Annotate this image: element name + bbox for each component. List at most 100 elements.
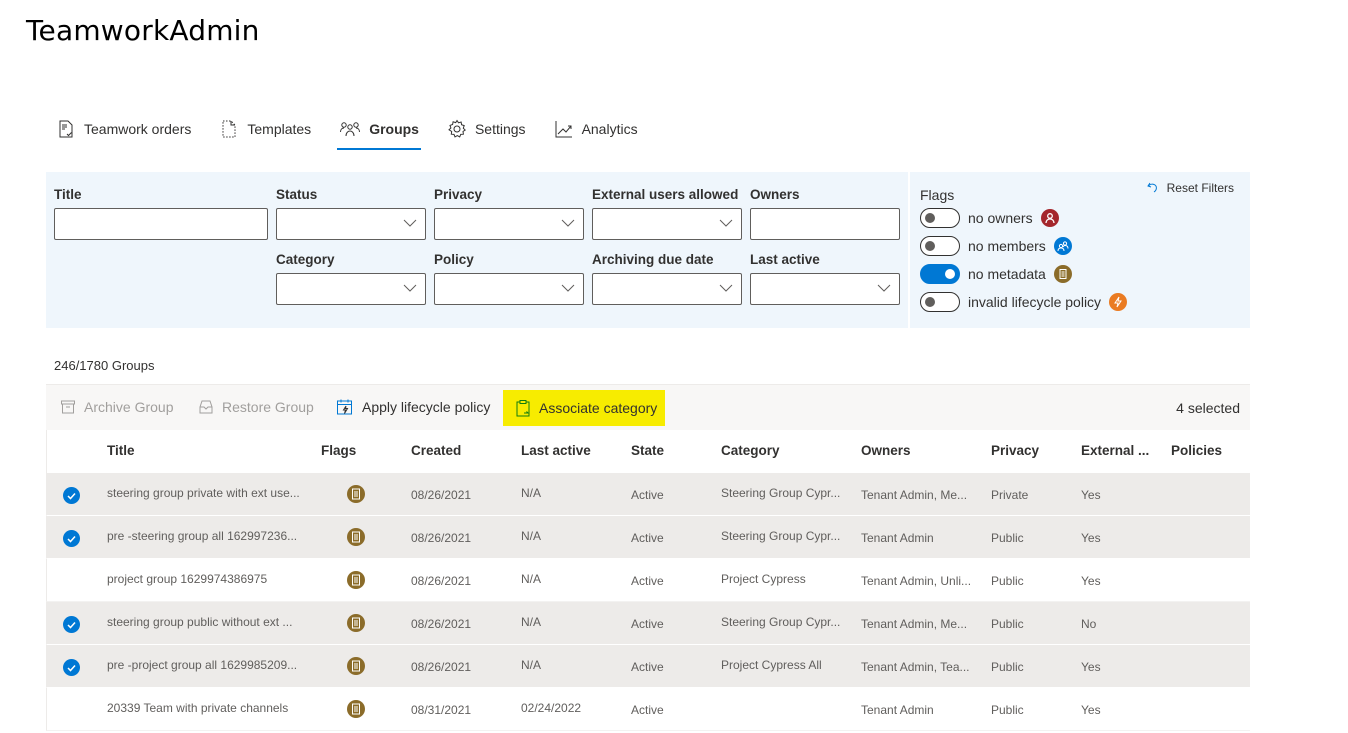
cell-category: Steering Group Cypr... [721, 486, 841, 500]
invalid-lifecycle-policy-toggle[interactable] [920, 292, 960, 312]
flag-no-owners: no owners [920, 208, 1059, 228]
table-row[interactable]: steering group public without ext ... 08… [46, 602, 1250, 645]
chevron-down-icon [403, 284, 417, 292]
cell-title: pre -steering group all 162997236... [107, 529, 298, 543]
cell-last-active: N/A [521, 615, 542, 629]
cell-external: Yes [1081, 703, 1101, 717]
policy-filter-dropdown[interactable] [434, 273, 584, 305]
column-header-privacy[interactable]: Privacy [991, 443, 1039, 458]
cell-category: Project Cypress [721, 572, 806, 586]
cell-privacy: Public [991, 703, 1024, 717]
owners-filter-label: Owners [750, 187, 800, 202]
cell-last-active: 02/24/2022 [521, 701, 582, 715]
archive-group-button[interactable]: Archive Group [52, 385, 181, 429]
owners-filter-input[interactable] [750, 208, 900, 240]
table-body: steering group private with ext use... 0… [46, 473, 1250, 731]
cell-title: steering group public without ext ... [107, 615, 293, 629]
cell-state: Active [631, 617, 664, 631]
flag-label: no owners [968, 210, 1033, 226]
tab-analytics[interactable]: Analytics [554, 112, 638, 146]
tab-label: Settings [474, 121, 526, 137]
no-metadata-flag-icon [347, 528, 365, 546]
restore-icon [199, 400, 213, 414]
table-row[interactable]: pre -steering group all 162997236... 08/… [46, 516, 1250, 559]
main-tabs: Teamwork orders Templates Groups Setting… [56, 112, 666, 152]
chevron-down-icon [561, 219, 575, 227]
cell-external: Yes [1081, 574, 1101, 588]
tab-label: Teamwork orders [84, 121, 192, 137]
filter-panel: Title Status Privacy External users allo… [46, 172, 1250, 328]
cell-external: Yes [1081, 488, 1101, 502]
cell-category: Steering Group Cypr... [721, 615, 841, 629]
cell-owners: Tenant Admin, Tea... [861, 660, 970, 674]
status-filter-dropdown[interactable] [276, 208, 426, 240]
cell-created: 08/26/2021 [411, 574, 472, 588]
invalid-policy-icon [1109, 293, 1128, 311]
cell-state: Active [631, 703, 664, 717]
table-row[interactable]: project group 1629974386975 08/26/2021 N… [46, 559, 1250, 602]
cell-category: Steering Group Cypr... [721, 529, 841, 543]
row-checkbox[interactable] [63, 530, 80, 547]
column-header-state[interactable]: State [631, 443, 664, 458]
external-users-filter-dropdown[interactable] [592, 208, 742, 240]
cell-last-active: N/A [521, 572, 542, 586]
column-header-title[interactable]: Title [107, 443, 135, 458]
cell-state: Active [631, 574, 664, 588]
row-checkbox[interactable] [63, 487, 80, 504]
column-header-category[interactable]: Category [721, 443, 780, 458]
table-row[interactable]: pre -project group all 1629985209... 08/… [46, 645, 1250, 688]
chevron-down-icon [403, 219, 417, 227]
cell-external: Yes [1081, 531, 1101, 545]
archiving-due-date-filter-label: Archiving due date [592, 252, 714, 267]
cell-category: Project Cypress All [721, 658, 822, 672]
associate-category-button[interactable]: Associate category [503, 390, 666, 426]
row-checkbox[interactable] [63, 659, 80, 676]
column-header-last-active[interactable]: Last active [521, 443, 591, 458]
tab-label: Templates [247, 121, 312, 137]
cell-last-active: N/A [521, 486, 542, 500]
no-metadata-toggle[interactable] [920, 264, 960, 284]
no-owners-toggle[interactable] [920, 208, 960, 228]
archive-group-label: Archive Group [84, 399, 174, 415]
flags-panel: Flags Reset Filters no owners no members… [908, 172, 1250, 328]
clipboard-icon [516, 400, 530, 417]
no-members-icon [1053, 237, 1072, 255]
restore-group-button[interactable]: Restore Group [190, 385, 322, 429]
no-metadata-flag-icon [347, 657, 365, 675]
last-active-filter-dropdown[interactable] [750, 273, 900, 305]
archiving-due-date-filter-dropdown[interactable] [592, 273, 742, 305]
apply-lifecycle-policy-button[interactable]: Apply lifecycle policy [328, 385, 498, 429]
tab-teamwork-orders[interactable]: Teamwork orders [56, 112, 191, 146]
cell-privacy: Public [991, 531, 1024, 545]
no-metadata-flag-icon [347, 571, 365, 589]
no-metadata-flag-icon [347, 700, 365, 718]
privacy-filter-dropdown[interactable] [434, 208, 584, 240]
no-metadata-flag-icon [347, 614, 365, 632]
tab-label: Analytics [581, 121, 638, 137]
column-header-flags[interactable]: Flags [321, 443, 356, 458]
category-filter-dropdown[interactable] [276, 273, 426, 305]
reset-filters-button[interactable]: Reset Filters [1146, 181, 1234, 195]
column-header-created[interactable]: Created [411, 443, 461, 458]
cell-owners: Tenant Admin, Me... [861, 488, 968, 502]
tab-groups[interactable]: Groups [337, 112, 421, 150]
cell-owners: Tenant Admin [861, 703, 934, 717]
row-checkbox[interactable] [63, 616, 80, 633]
chevron-down-icon [719, 284, 733, 292]
tab-templates[interactable]: Templates [219, 112, 311, 146]
column-header-external[interactable]: External ... [1081, 443, 1149, 458]
table-row[interactable]: steering group private with ext use... 0… [46, 473, 1250, 516]
no-members-toggle[interactable] [920, 236, 960, 256]
column-header-policies[interactable]: Policies [1171, 443, 1222, 458]
tab-settings[interactable]: Settings [447, 112, 526, 146]
cell-created: 08/26/2021 [411, 660, 472, 674]
undo-icon [1146, 182, 1157, 193]
selected-count: 4 selected [1176, 400, 1240, 416]
column-header-owners[interactable]: Owners [861, 443, 911, 458]
no-metadata-icon [1053, 265, 1072, 283]
flag-label: invalid lifecycle policy [968, 294, 1102, 310]
title-filter-input[interactable] [54, 208, 268, 240]
table-row[interactable]: 20339 Team with private channels 08/31/2… [46, 688, 1250, 731]
restore-group-label: Restore Group [222, 399, 314, 415]
title-filter-label: Title [54, 187, 82, 202]
